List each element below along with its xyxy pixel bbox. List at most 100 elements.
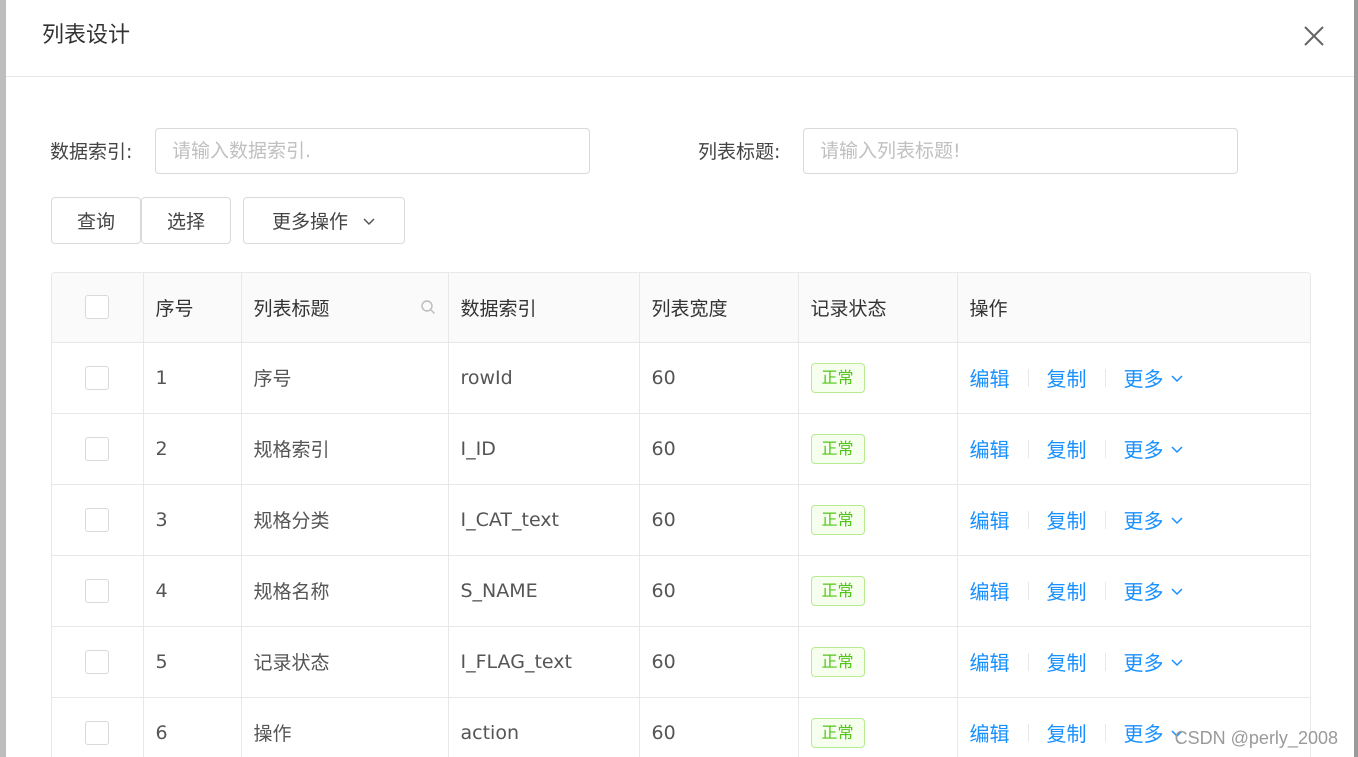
more-dropdown-link[interactable]: 更多: [1124, 363, 1184, 392]
search-form: 数据索引: 列表标题:: [6, 128, 1354, 176]
table-row: 1 序号 rowId 60 正常 编辑 复制 更多: [52, 342, 1310, 414]
row-select-cell: [52, 342, 144, 414]
copy-link[interactable]: 复制: [1047, 434, 1087, 463]
select-all-checkbox[interactable]: [85, 295, 110, 320]
row-no: 3: [143, 484, 242, 556]
row-checkbox[interactable]: [85, 578, 110, 603]
table-row: 6 操作 action 60 正常 编辑 复制 更多: [52, 697, 1310, 757]
select-button-label: 选择: [166, 211, 205, 233]
column-header-status: 记录状态: [798, 273, 958, 343]
header-select-all-cell: [52, 273, 144, 343]
action-divider: [1104, 652, 1106, 671]
row-no: 1: [143, 342, 242, 414]
more-link-label: 更多: [1123, 722, 1164, 746]
more-link-label: 更多: [1123, 651, 1164, 675]
row-title: 规格索引: [241, 413, 449, 485]
action-divider: [1027, 723, 1029, 742]
copy-link[interactable]: 复制: [1047, 363, 1087, 392]
row-checkbox[interactable]: [85, 436, 110, 461]
search-icon[interactable]: [420, 299, 436, 315]
row-select-cell: [52, 555, 144, 627]
column-header-no: 序号: [143, 273, 242, 343]
action-divider: [1104, 723, 1106, 742]
row-actions: 编辑 复制 更多: [957, 555, 1310, 627]
table-header-row: 序号 列表标题 数据索引 列表宽度 记录状态 操作: [52, 273, 1310, 343]
select-button[interactable]: 选择: [141, 197, 231, 244]
row-status-cell: 正常: [798, 626, 958, 698]
edit-link[interactable]: 编辑: [970, 718, 1010, 747]
row-select-cell: [52, 697, 144, 757]
edit-link[interactable]: 编辑: [970, 434, 1010, 463]
status-badge: 正常: [810, 646, 865, 677]
row-index: S_NAME: [448, 555, 640, 627]
edit-link[interactable]: 编辑: [970, 576, 1010, 605]
row-status-cell: 正常: [798, 555, 958, 627]
query-button[interactable]: 查询: [51, 197, 141, 244]
action-divider: [1027, 510, 1029, 529]
row-width: 60: [639, 413, 799, 485]
edit-link[interactable]: 编辑: [970, 505, 1010, 534]
row-actions: 编辑 复制 更多: [957, 413, 1310, 485]
action-divider: [1027, 652, 1029, 671]
status-badge: 正常: [810, 575, 865, 606]
row-no: 5: [143, 626, 242, 698]
table-row: 3 规格分类 I_CAT_text 60 正常 编辑 复制 更多: [52, 484, 1310, 556]
copy-link[interactable]: 复制: [1047, 576, 1087, 605]
background-right-edge: [1354, 0, 1358, 757]
edit-link[interactable]: 编辑: [970, 363, 1010, 392]
copy-link[interactable]: 复制: [1047, 505, 1087, 534]
data-index-label: 数据索引:: [50, 141, 133, 163]
more-dropdown-link[interactable]: 更多: [1124, 647, 1184, 676]
row-width: 60: [639, 697, 799, 757]
row-actions: 编辑 复制 更多: [957, 626, 1310, 698]
row-checkbox[interactable]: [85, 649, 110, 674]
more-dropdown-link[interactable]: 更多: [1124, 576, 1184, 605]
edit-link[interactable]: 编辑: [970, 647, 1010, 676]
list-design-modal: 列表设计 数据索引: 列表标题: 查询 选择 更多操作: [6, 0, 1354, 757]
column-header-title: 列表标题: [241, 273, 449, 343]
more-operations-dropdown[interactable]: 更多操作: [243, 197, 405, 244]
query-button-label: 查询: [76, 211, 115, 233]
table-row: 4 规格名称 S_NAME 60 正常 编辑 复制 更多: [52, 555, 1310, 627]
row-checkbox[interactable]: [85, 507, 110, 532]
status-badge: 正常: [810, 717, 865, 748]
status-badge: 正常: [810, 362, 865, 393]
row-select-cell: [52, 484, 144, 556]
list-table: 序号 列表标题 数据索引 列表宽度 记录状态 操作 1 序号 rowId 60 …: [51, 272, 1311, 757]
more-dropdown-link[interactable]: 更多: [1124, 434, 1184, 463]
list-title-input[interactable]: [803, 128, 1238, 174]
chevron-down-icon: [1170, 658, 1183, 666]
chevron-down-icon: [1170, 445, 1183, 453]
action-divider: [1027, 581, 1029, 600]
row-index: rowId: [448, 342, 640, 414]
row-checkbox[interactable]: [85, 720, 110, 745]
row-no: 4: [143, 555, 242, 627]
status-badge: 正常: [810, 504, 865, 535]
chevron-down-icon: [1170, 516, 1183, 524]
more-dropdown-link[interactable]: 更多: [1124, 505, 1184, 534]
row-checkbox[interactable]: [85, 365, 110, 390]
row-width: 60: [639, 626, 799, 698]
row-width: 60: [639, 555, 799, 627]
row-title: 序号: [241, 342, 449, 414]
action-divider: [1104, 581, 1106, 600]
row-status-cell: 正常: [798, 413, 958, 485]
copy-link[interactable]: 复制: [1047, 647, 1087, 676]
row-actions: 编辑 复制 更多: [957, 342, 1310, 414]
action-divider: [1027, 439, 1029, 458]
data-index-input[interactable]: [155, 128, 590, 174]
chevron-down-icon: [1170, 587, 1183, 595]
copy-link[interactable]: 复制: [1047, 718, 1087, 747]
row-width: 60: [639, 342, 799, 414]
row-index: I_FLAG_text: [448, 626, 640, 698]
row-title: 规格分类: [241, 484, 449, 556]
watermark: CSDN @perly_2008: [1174, 728, 1338, 748]
chevron-down-icon: [1170, 374, 1183, 382]
row-select-cell: [52, 626, 144, 698]
row-status-cell: 正常: [798, 484, 958, 556]
more-link-label: 更多: [1123, 367, 1164, 391]
row-no: 6: [143, 697, 242, 757]
close-button[interactable]: [1302, 24, 1326, 48]
row-actions: 编辑 复制 更多: [957, 484, 1310, 556]
action-divider: [1104, 439, 1106, 458]
